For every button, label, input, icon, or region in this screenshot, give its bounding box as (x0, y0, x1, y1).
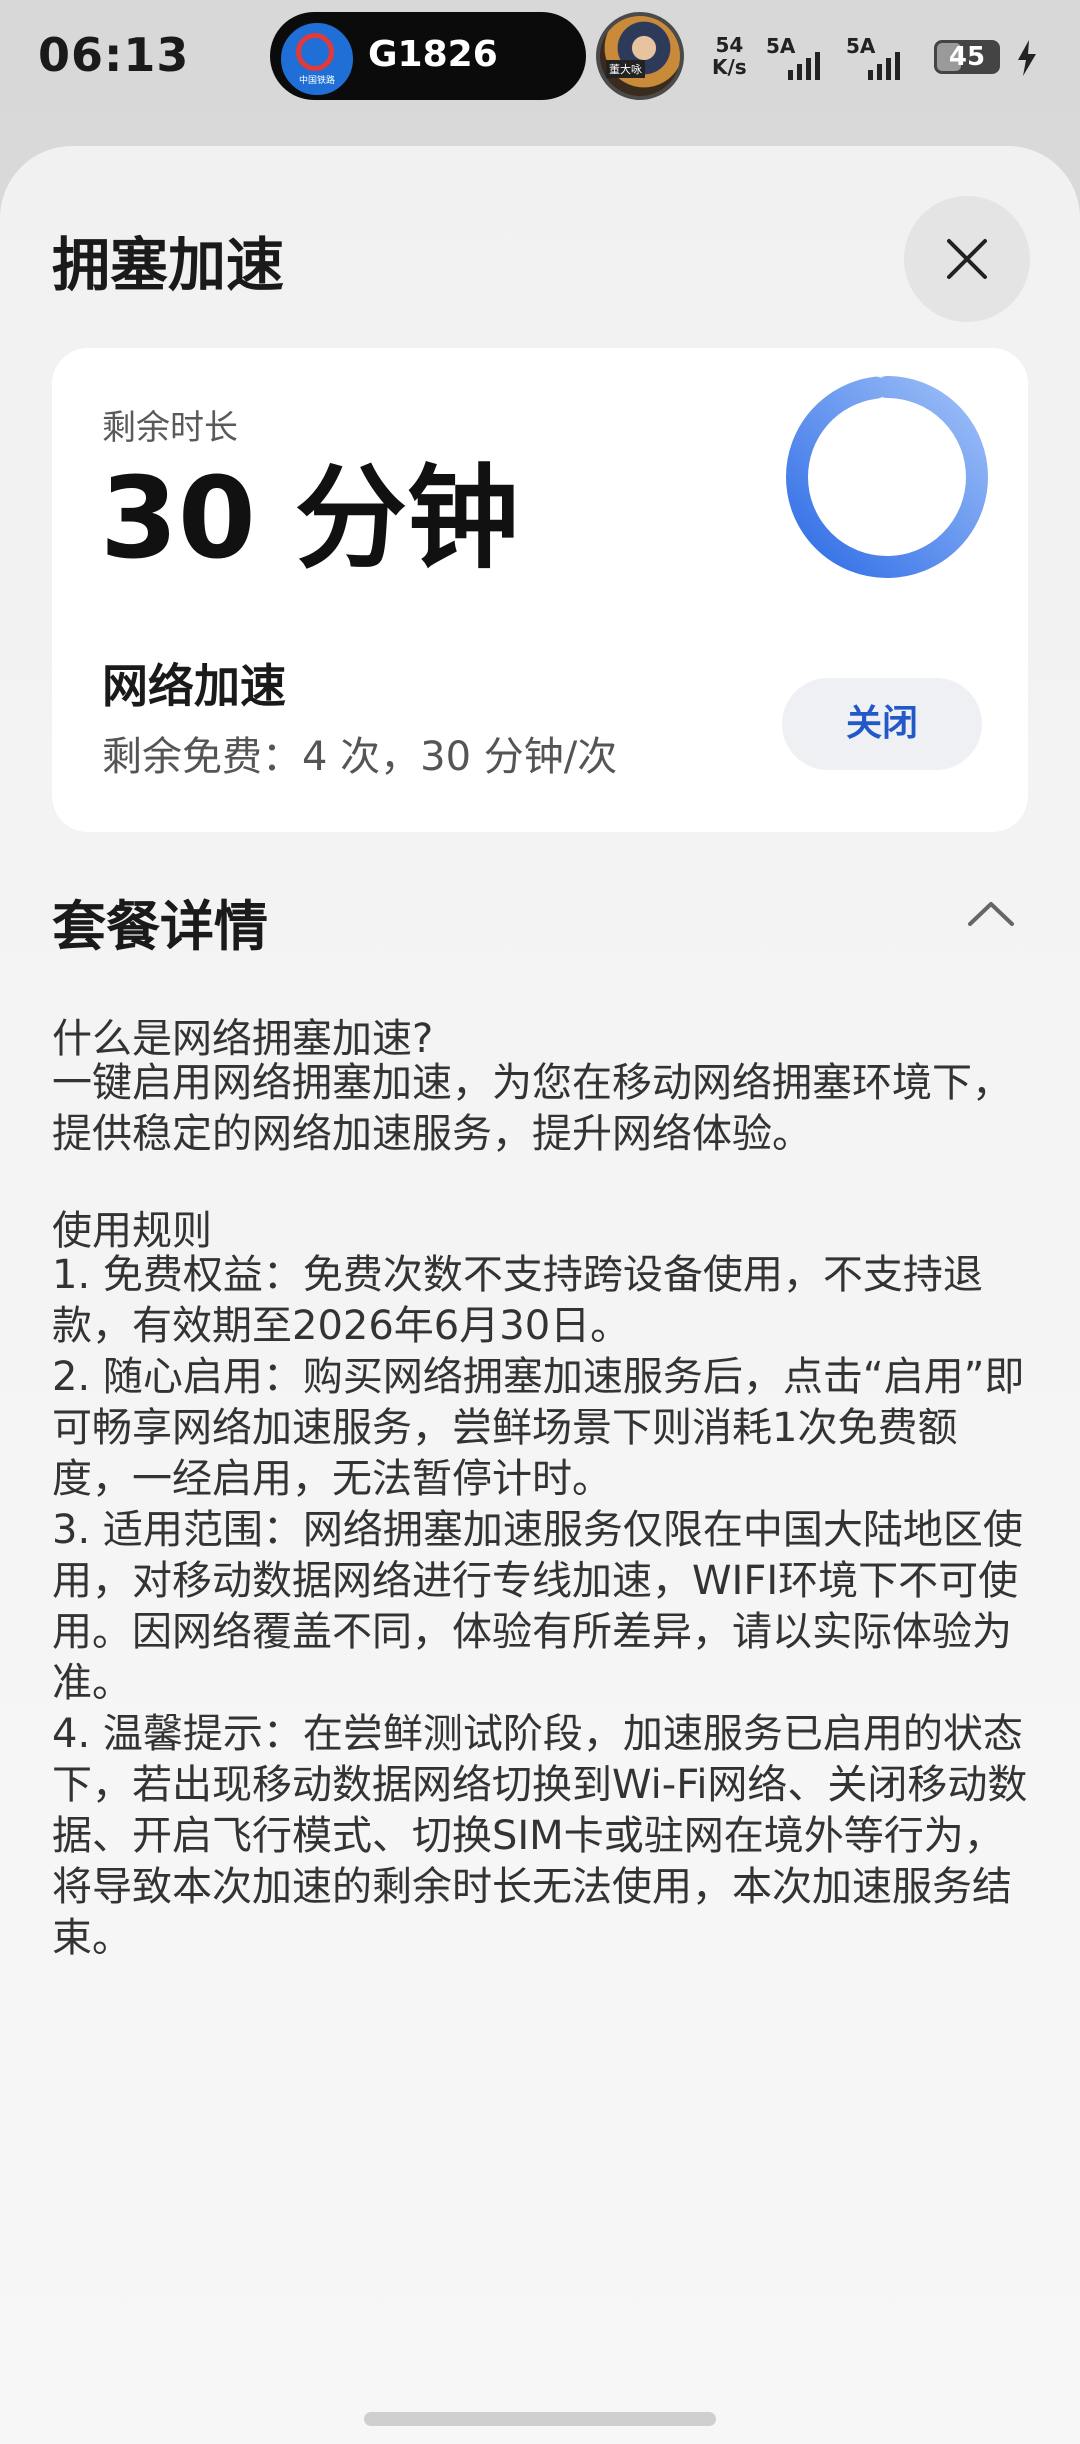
turn-off-button[interactable]: 关闭 (782, 678, 982, 770)
sheet-title: 拥塞加速 (52, 231, 285, 299)
signal-1-icon: 5A (766, 34, 846, 80)
rule-item: 1. 免费权益：免费次数不支持跨设备使用，不支持退款，有效期至2026年6月30… (52, 1252, 983, 1349)
screen: 06:13 中国铁路 G1826 董大咏 54 K/s 5A 5A 45 拥塞加… (0, 0, 1080, 2444)
train-number: G1826 (368, 34, 498, 75)
network-speed-value: 54 (715, 33, 744, 57)
home-indicator[interactable] (364, 2412, 716, 2426)
network-speed-unit: K/s (712, 55, 747, 79)
remaining-progress-ring (786, 376, 988, 578)
remaining-time-value: 30 分钟 (100, 454, 519, 584)
bolt-icon (1018, 40, 1036, 76)
rule-item: 3. 适用范围：网络拥塞加速服务仅限在中国大陆地区使用，对移动数据网络进行专线加… (52, 1507, 1023, 1706)
battery-level: 45 (948, 42, 986, 72)
battery-icon: 45 (934, 40, 1000, 74)
congestion-sheet: 拥塞加速 剩余时长 30 分钟 网络加速 剩余免费：4 次，30 分钟/次 关闭… (0, 146, 1080, 2444)
network-speed: 54 K/s (712, 34, 747, 78)
rules-title: 使用规则 (52, 1208, 212, 1254)
rules-list: 1. 免费权益：免费次数不支持跨设备使用，不支持退款，有效期至2026年6月30… (52, 1250, 1028, 1964)
status-card: 剩余时长 30 分钟 网络加速 剩余免费：4 次，30 分钟/次 关闭 (52, 348, 1028, 832)
rule-item: 2. 随心启用：购买网络拥塞加速服务后，点击“启用”即可畅享网络加速服务，尝鲜场… (52, 1354, 1025, 1502)
service-title: 网络加速 (102, 659, 286, 713)
close-button[interactable] (904, 196, 1030, 322)
free-remaining-text: 剩余免费：4 次，30 分钟/次 (102, 734, 618, 780)
signal-2-icon: 5A (846, 34, 926, 80)
close-icon (947, 239, 987, 279)
avatar-badge: 董大咏 (606, 60, 645, 78)
chevron-up-icon[interactable] (966, 894, 1016, 934)
rule-item: 4. 温馨提示：在尝鲜测试阶段，加速服务已启用的状态下，若出现移动数据网络切换到… (52, 1711, 1028, 1961)
remaining-time-label: 剩余时长 (102, 408, 238, 448)
live-activity-pill[interactable]: 中国铁路 G1826 (270, 12, 586, 100)
status-time: 06:13 (38, 28, 190, 82)
railway-logo-icon: 中国铁路 (278, 20, 356, 98)
avatar[interactable]: 董大咏 (596, 12, 684, 100)
package-details-title: 套餐详情 (52, 895, 268, 958)
railway-logo-text: 中国铁路 (298, 76, 335, 86)
faq-answer: 一键启用网络拥塞加速，为您在移动网络拥塞环境下，提供稳定的网络加速服务，提升网络… (52, 1060, 1012, 1157)
faq-question: 什么是网络拥塞加速? (52, 1016, 434, 1062)
status-bar: 06:13 中国铁路 G1826 董大咏 54 K/s 5A 5A 45 (0, 0, 1080, 112)
